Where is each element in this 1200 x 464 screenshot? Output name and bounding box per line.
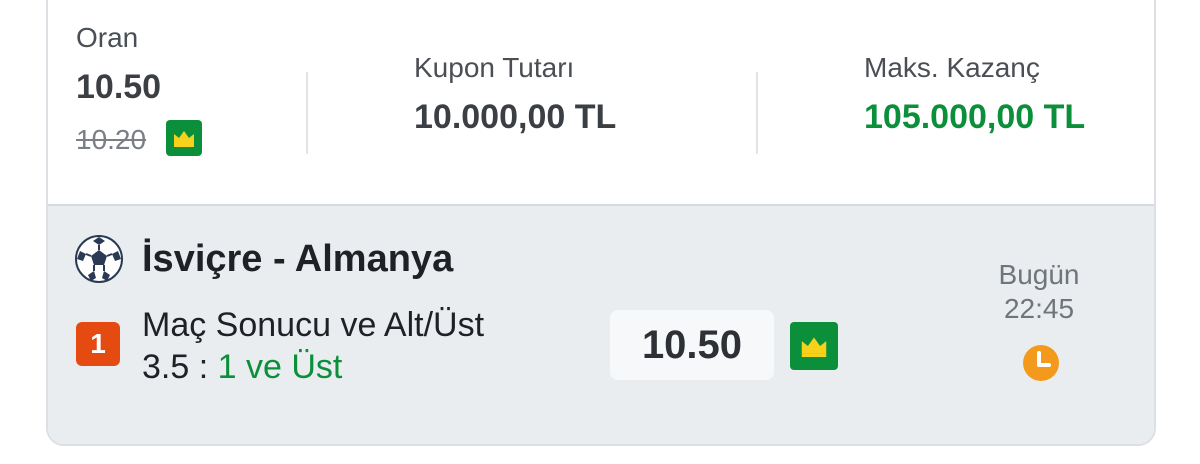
max-win-value: 105.000,00 TL [864,98,1086,136]
clock-icon [1023,345,1059,381]
divider [306,72,308,154]
market-name: Maç Sonucu ve Alt/Üst [142,306,485,344]
stake-value: 10.000,00 TL [414,98,617,136]
coupon-card: Oran 10.50 10.20 Kupon Tutarı 10.000,00 … [46,0,1156,446]
market-pick: 1 ve Üst [217,348,343,386]
soccer-ball-icon [75,235,123,283]
event-row[interactable]: İsviçre - Almanya 1 Maç Sonucu ve Alt/Üs… [48,204,1154,444]
selection-number-badge: 1 [76,322,120,366]
divider [756,72,758,154]
crown-icon [790,322,838,370]
old-odds-value: 10.20 [76,124,147,155]
market-line-value: 3.5 : [142,348,218,386]
event-date: Bugün [998,259,1080,290]
crown-icon [166,120,202,156]
market-pick-line: 3.5 : 1 ve Üst [142,346,484,388]
coupon-summary: Oran 10.50 10.20 Kupon Tutarı 10.000,00 … [48,2,1154,204]
stake-label: Kupon Tutarı [414,52,575,83]
odds-label: Oran [76,22,139,53]
event-time: 22:45 [1003,293,1075,324]
market-description: Maç Sonucu ve Alt/Üst 3.5 : 1 ve Üst [142,304,484,388]
event-title[interactable]: İsviçre - Almanya [142,238,453,281]
event-datetime: Bugün 22:45 [974,258,1104,326]
odds-value: 10.50 [76,68,162,106]
selection-odd[interactable]: 10.50 [610,310,774,380]
max-win-label: Maks. Kazanç [864,52,1040,83]
